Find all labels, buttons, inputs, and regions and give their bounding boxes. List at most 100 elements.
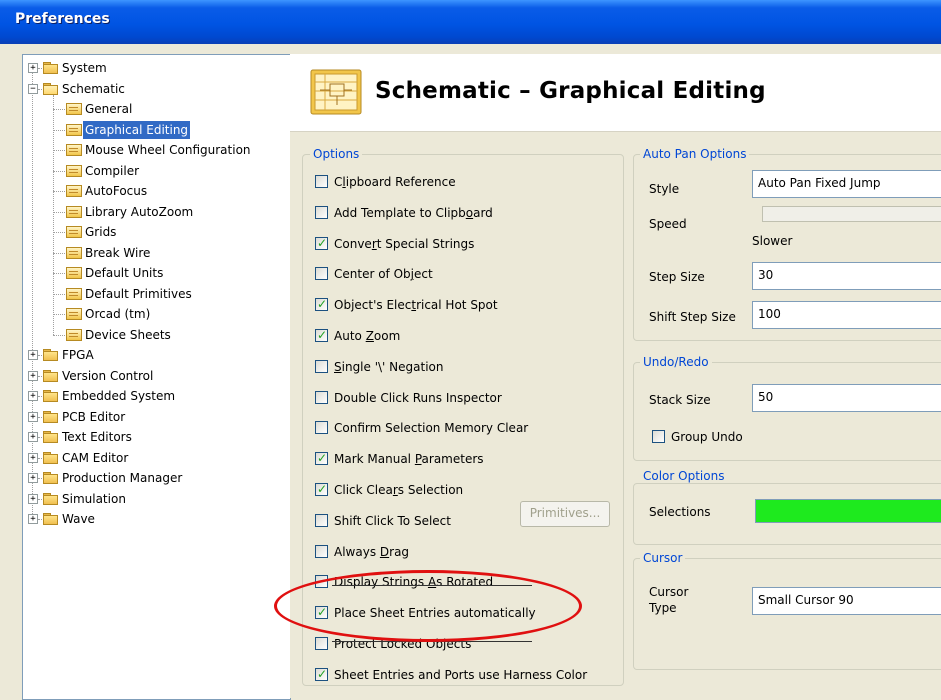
- tree-item-embedded-system[interactable]: + Embedded System: [23, 386, 290, 406]
- expand-icon[interactable]: +: [28, 452, 38, 463]
- style-dropdown[interactable]: Auto Pan Fixed Jump: [752, 170, 941, 198]
- selections-color-swatch[interactable]: [755, 499, 941, 523]
- option-label: Always Drag: [334, 544, 410, 559]
- unchecked-box-icon[interactable]: [315, 359, 328, 373]
- tree-item-label: Default Units: [85, 266, 164, 280]
- tree-item-graphical-editing[interactable]: Graphical Editing: [23, 120, 290, 140]
- expand-icon[interactable]: +: [28, 473, 38, 483]
- checked-box-icon[interactable]: ✓: [315, 451, 328, 466]
- option-label: Sheet Entries and Ports use Harness Colo…: [334, 667, 588, 682]
- stack-size-input[interactable]: 50: [752, 384, 941, 412]
- folder-icon: [43, 513, 59, 525]
- cursor-type-label-line2: Type: [649, 601, 677, 615]
- tree-item-label: AutoFocus: [85, 184, 148, 198]
- expand-icon[interactable]: +: [28, 432, 38, 442]
- unchecked-box-icon[interactable]: [315, 175, 328, 188]
- tree-item-label: General: [85, 102, 133, 116]
- tree-item-simulation[interactable]: + Simulation: [23, 489, 290, 509]
- folder-icon: [43, 472, 59, 484]
- undo-redo-group-label: Undo/Redo: [640, 355, 712, 369]
- folder-icon: [43, 369, 59, 382]
- tree-item-label: PCB Editor: [62, 409, 126, 424]
- page-icon: [66, 205, 82, 218]
- checked-box-icon[interactable]: ✓: [315, 297, 328, 312]
- checked-box-icon[interactable]: ✓: [315, 482, 328, 496]
- tree-item-text-editors[interactable]: + Text Editors: [23, 427, 290, 447]
- preferences-tree[interactable]: + System − Schematic General Graphical Editin…: [22, 54, 291, 700]
- expand-icon[interactable]: +: [28, 350, 38, 360]
- tree-item-break-wire[interactable]: Break Wire: [23, 243, 290, 263]
- primitives-button[interactable]: Primitives...: [520, 501, 610, 527]
- tree-item-pcb-editor[interactable]: + PCB Editor: [23, 407, 290, 427]
- checked-box-icon[interactable]: ✓: [315, 236, 328, 250]
- tree-item-label: Embedded System: [62, 389, 176, 403]
- tree-item-orcad-tm[interactable]: Orcad (tm): [23, 304, 290, 324]
- expand-icon[interactable]: +: [28, 63, 38, 73]
- tree-item-label: Grids: [85, 225, 117, 239]
- expand-icon[interactable]: +: [28, 370, 38, 381]
- collapse-icon[interactable]: −: [28, 83, 38, 94]
- tree-item-production-manager[interactable]: + Production Manager: [23, 468, 290, 488]
- tree-item-wave[interactable]: + Wave: [23, 509, 290, 529]
- option-label: Confirm Selection Memory Clear: [334, 421, 529, 436]
- tree-item-compiler[interactable]: Compiler: [23, 161, 290, 181]
- step-size-label: Step Size: [649, 270, 705, 284]
- cursor-type-dropdown[interactable]: Small Cursor 90: [752, 587, 941, 615]
- tree-item-label: Library AutoZoom: [85, 204, 194, 219]
- tree-item-label: System: [62, 61, 107, 75]
- expand-icon[interactable]: +: [28, 493, 38, 504]
- tree-item-cam-editor[interactable]: + CAM Editor: [23, 448, 290, 468]
- step-size-input[interactable]: 30: [752, 262, 941, 290]
- tree-item-device-sheets[interactable]: Device Sheets: [23, 325, 290, 345]
- tree-item-default-primitives[interactable]: Default Primitives: [23, 284, 290, 304]
- option-label: Object's Electrical Hot Spot: [334, 298, 498, 313]
- page-icon: [66, 308, 82, 320]
- option-label: Convert Special Strings: [334, 236, 475, 251]
- expand-icon[interactable]: +: [28, 411, 38, 422]
- page-icon: [66, 328, 82, 341]
- page-icon: [66, 164, 82, 177]
- tree-item-label: FPGA: [62, 348, 94, 362]
- tree-item-version-control[interactable]: + Version Control: [23, 366, 290, 386]
- unchecked-box-icon[interactable]: [315, 390, 328, 404]
- tree-item-general[interactable]: General: [23, 99, 290, 119]
- unchecked-box-icon[interactable]: [315, 513, 328, 527]
- speed-slider[interactable]: [762, 206, 941, 222]
- tree-item-autofocus[interactable]: AutoFocus: [23, 181, 290, 201]
- options-group-label: Options: [310, 147, 363, 161]
- page-icon: [66, 226, 82, 238]
- group-undo-label: Group Undo: [671, 430, 743, 444]
- option-label: Clipboard Reference: [334, 175, 456, 189]
- page-icon: [66, 144, 82, 156]
- title-bar: Preferences: [0, 0, 941, 44]
- schematic-page-icon: [310, 69, 362, 115]
- expand-icon[interactable]: +: [28, 391, 38, 401]
- page-icon: [66, 246, 82, 259]
- tree-item-label: Text Editors: [62, 430, 132, 444]
- tree-item-mouse-wheel-configuration[interactable]: Mouse Wheel Configuration: [23, 140, 290, 160]
- tree-item-schematic[interactable]: − Schematic: [23, 79, 290, 99]
- page-icon: [66, 287, 82, 300]
- tree-item-label: Compiler: [85, 163, 140, 178]
- unchecked-box-icon[interactable]: [315, 205, 328, 219]
- tree-item-default-units[interactable]: Default Units: [23, 263, 290, 283]
- unchecked-box-icon[interactable]: [315, 637, 328, 650]
- speed-label: Speed: [649, 217, 687, 231]
- tree-item-library-autozoom[interactable]: Library AutoZoom: [23, 202, 290, 222]
- expand-icon[interactable]: +: [28, 514, 38, 524]
- option-label: Double Click Runs Inspector: [334, 390, 502, 405]
- open-folder-icon: [43, 82, 59, 95]
- tree-item-system[interactable]: + System: [23, 58, 290, 78]
- folder-icon: [43, 431, 59, 443]
- shift-step-size-input[interactable]: 100: [752, 301, 941, 329]
- tree-item-grids[interactable]: Grids: [23, 222, 290, 242]
- unchecked-box-icon[interactable]: [315, 544, 328, 558]
- tree-item-fpga[interactable]: + FPGA: [23, 345, 290, 365]
- checked-box-icon[interactable]: ✓: [315, 328, 328, 342]
- option-label: Click Clears Selection: [334, 483, 464, 497]
- unchecked-box-icon[interactable]: [315, 267, 328, 281]
- unchecked-box-icon[interactable]: [315, 421, 328, 435]
- checked-box-icon[interactable]: ✓: [315, 667, 328, 681]
- folder-icon: [43, 451, 59, 464]
- folder-icon: [43, 349, 59, 361]
